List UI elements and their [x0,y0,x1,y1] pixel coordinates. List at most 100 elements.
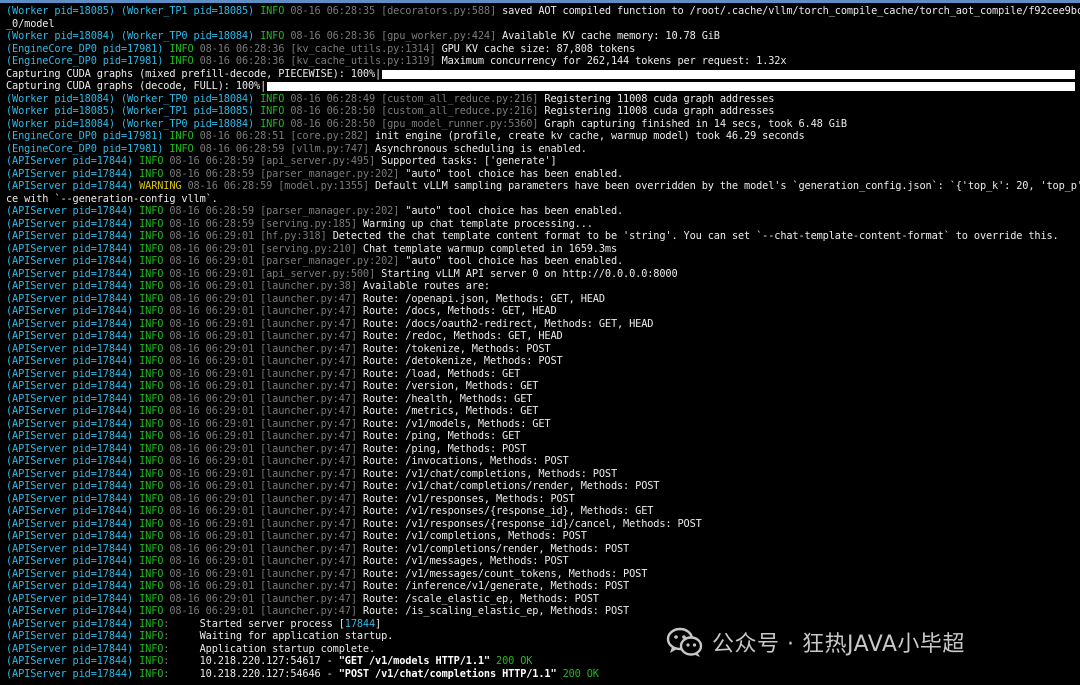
log-segment-msg: Asynchronous scheduling is enabled. [375,142,587,155]
log-segment-msg: Route: /ping, Methods: GET [362,430,521,442]
log-segment-info: INFO [139,305,170,317]
log-segment-src: (APIServer pid=17844) [6,155,140,167]
log-segment-dim: : [163,642,200,655]
log-line: (APIServer pid=17844) WARNING 08-16 06:2… [6,180,1080,192]
log-segment-src: (APIServer pid=17844) [6,517,140,530]
log-line: (APIServer pid=17844) INFO 08-16 06:29:0… [6,355,563,367]
log-line: (APIServer pid=17844) INFO 08-16 06:29:0… [6,255,623,267]
log-segment-src: (APIServer pid=17844) [6,317,140,330]
log-segment-msg: ] [375,617,382,630]
log-line: (APIServer pid=17844) INFO 08-16 06:29:0… [6,480,659,492]
log-segment-src: (APIServer pid=17844) [6,367,140,380]
log-segment-info: INFO [139,667,164,680]
log-segment-dim: 08-16 06:28:36 [gpu_worker.py:424] [290,30,503,42]
log-segment-src: (APIServer pid=17844) [6,405,140,417]
log-segment-src: (APIServer pid=17844) [6,342,140,355]
log-segment-msg: Route: /health, Methods: GET [362,392,533,405]
log-segment-info: INFO [139,230,170,242]
log-segment-info: INFO [139,480,170,492]
log-segment-info: INFO [139,530,170,542]
log-segment-info: INFO [139,655,164,667]
log-line: (Worker pid=18084) (Worker_TP0 pid=18084… [6,30,720,42]
log-segment-dim: 08-16 06:28:51 [core.py:282] [199,130,376,142]
log-line: (APIServer pid=17844) INFO: Started serv… [6,618,381,630]
log-segment-msg: Graph capturing finished in 14 secs, too… [544,117,847,130]
watermark-text: 公众号 · 狂热JAVA小毕超 [712,632,965,657]
log-segment-info: INFO [139,492,170,505]
log-line: (APIServer pid=17844) INFO 08-16 06:28:5… [6,205,623,217]
log-segment-info: INFO [139,467,170,480]
log-line: (APIServer pid=17844) INFO 08-16 06:28:5… [6,218,593,230]
log-line: (EngineCore_DP0 pid=17981) INFO 08-16 06… [6,43,635,55]
log-segment-info: INFO [260,105,291,117]
log-segment-msg: Available KV cache memory: 10.78 GiB [502,30,720,42]
log-line: (APIServer pid=17844) INFO: Application … [6,643,375,655]
log-line: (APIServer pid=17844) INFO 08-16 06:29:0… [6,593,599,605]
log-segment-ok: 200 OK [556,667,599,680]
log-segment-dim: 08-16 06:28:49 [custom_all_reduce.py:216… [290,92,545,105]
log-line: (APIServer pid=17844) INFO 08-16 06:29:0… [6,455,569,467]
progress-line: Capturing CUDA graphs (mixed prefill-dec… [6,67,1075,80]
log-segment-info: INFO [139,330,170,342]
log-segment-src: (APIServer pid=17844) [6,392,140,405]
log-segment-dim: 08-16 06:29:01 [launcher.py:47] [169,492,363,505]
log-segment-msg: Route: /invocations, Methods: POST [362,455,569,467]
log-segment-warn: WARNING [139,180,188,192]
log-line: (APIServer pid=17844) INFO 08-16 06:29:0… [6,505,653,517]
log-segment-msg: Route: /detokenize, Methods: POST [362,355,563,367]
log-line: (APIServer pid=17844) INFO 08-16 06:29:0… [6,543,629,555]
log-segment-msg: Registering 11008 cuda graph addresses [544,105,775,117]
log-line: (APIServer pid=17844) INFO 08-16 06:29:0… [6,342,551,355]
log-segment-info: INFO [169,42,200,55]
log-segment-info: INFO [139,555,170,567]
log-segment-msg: Application startup complete. [199,642,376,655]
log-segment-dim: 08-16 06:29:01 [launcher.py:47] [169,517,363,530]
log-segment-info: INFO [139,592,170,605]
log-line: (Worker pid=18085) (Worker_TP1 pid=18085… [6,105,774,117]
terminal-window[interactable]: (Worker pid=18085) (Worker_TP1 pid=18085… [0,0,1080,685]
log-segment-src: (APIServer pid=17844) [6,542,140,555]
log-segment-msg: Capturing CUDA graphs (mixed prefill-dec… [6,67,382,80]
log-segment-src: (APIServer pid=17844) [6,292,140,305]
log-segment-info: INFO [139,642,164,655]
log-line: (APIServer pid=17844) INFO 08-16 06:29:0… [6,430,520,442]
log-line: (APIServer pid=17844) INFO: 10.218.220.1… [6,668,599,680]
log-segment-src: (APIServer pid=17844) [6,455,140,467]
log-segment-src: (Worker pid=18084) (Worker_TP0 pid=18084… [6,92,261,105]
log-segment-dim: : [163,667,200,680]
log-segment-msg: Default vLLM sampling parameters have be… [375,180,1080,192]
log-line: (APIServer pid=17844) INFO 08-16 06:29:0… [6,555,569,567]
log-segment-dim: 08-16 06:29:01 [launcher.py:47] [169,442,363,455]
log-segment-msg: Detected the chat template content forma… [332,230,1059,242]
log-segment-info: INFO [139,317,170,330]
log-segment-dim: 08-16 06:29:01 [launcher.py:47] [169,505,363,517]
log-segment-info: INFO [139,442,170,455]
log-segment-src: (Worker pid=18084) (Worker_TP0 pid=18084… [6,30,261,42]
log-segment-msg: Maximum concurrency for 262,144 tokens p… [441,55,787,67]
log-segment-msg: ce with `--generation-config vllm`. [6,192,218,205]
log-segment-msg: 10.218.220.127:54617 - [199,655,339,667]
log-segment-msg: _0/model [6,17,55,30]
log-segment-bold: "GET /v1/models HTTP/1.1" [338,655,490,667]
log-line: (APIServer pid=17844) INFO 08-16 06:29:0… [6,530,587,542]
log-segment-info: INFO [139,367,170,380]
log-segment-dim: 08-16 06:28:50 [gpu_model_runner.py:5360… [290,117,545,130]
log-segment-msg: Supported tasks: ['generate'] [381,155,557,167]
log-segment-dim: 08-16 06:29:01 [launcher.py:47] [169,455,363,467]
log-segment-dim: 08-16 06:28:35 [decorators.py:588] [290,5,503,17]
log-line: (APIServer pid=17844) INFO 08-16 06:29:0… [6,405,539,417]
log-segment-dim: 08-16 06:29:01 [launcher.py:47] [169,342,363,355]
log-segment-dim: 08-16 06:29:01 [hf.py:318] [169,230,333,242]
log-line: (APIServer pid=17844) INFO 08-16 06:29:0… [6,393,532,405]
log-line: (APIServer pid=17844) INFO 08-16 06:29:0… [6,305,557,317]
log-line: (APIServer pid=17844) INFO 08-16 06:29:0… [6,268,678,280]
log-segment-dim: 08-16 06:29:01 [launcher.py:38] [169,280,363,292]
log-segment-dim: 08-16 06:28:59 [parser_manager.py:202] [169,167,406,180]
log-segment-dim: 08-16 06:28:36 [kv_cache_utils.py:1314] [199,42,442,55]
log-line: (APIServer pid=17844) INFO: Waiting for … [6,630,393,642]
log-segment-dim: 08-16 06:28:36 [kv_cache_utils.py:1319] [199,55,442,67]
log-segment-info: INFO [139,505,170,517]
log-segment-msg: Route: /docs/oauth2-redirect, Methods: G… [362,317,654,330]
log-segment-dim: 08-16 06:29:01 [launcher.py:47] [169,417,363,430]
log-line: (APIServer pid=17844) INFO 08-16 06:29:0… [6,568,647,580]
